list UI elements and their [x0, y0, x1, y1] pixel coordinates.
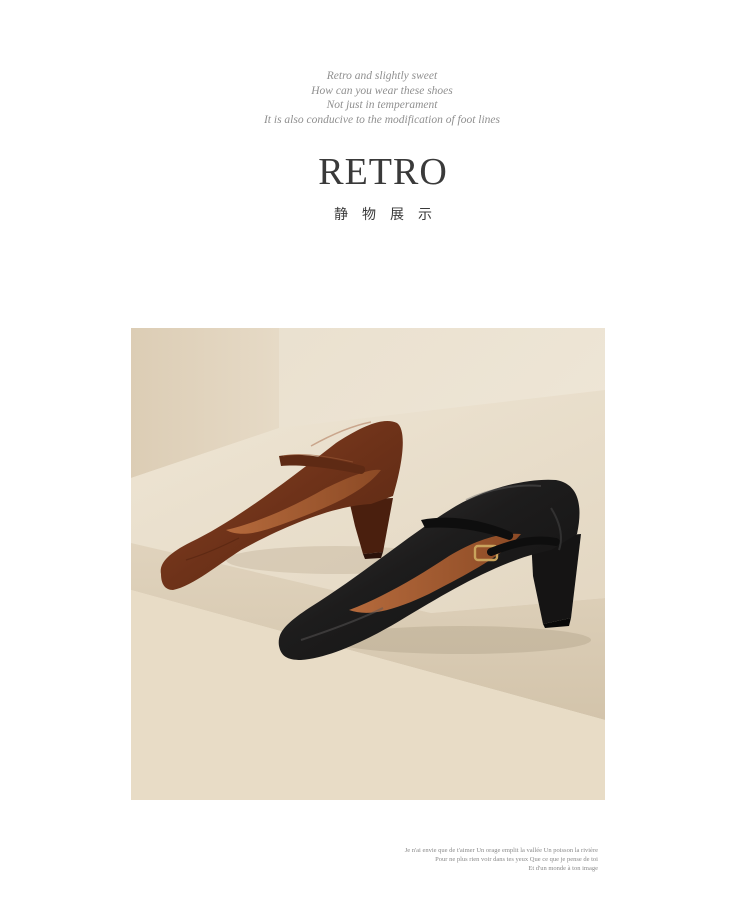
footnote-text: Je n'ai envie que de t'aimer Un orage em…: [405, 846, 598, 874]
intro-line-4: It is also conducive to the modification…: [263, 113, 501, 126]
page-title: RETRO: [318, 151, 448, 193]
footnote-line-2: Pour ne plus rien voir dans tes yeux Que…: [435, 856, 598, 864]
page-subtitle: 静物展示: [334, 207, 446, 223]
shoes-illustration: [131, 328, 605, 800]
intro-text: Retro and slightly sweet How can you wea…: [0, 69, 750, 127]
footnote-line-3: Et d'un monde à ton image: [528, 865, 598, 873]
footnote-line-1: Je n'ai envie que de t'aimer Un orage em…: [404, 847, 598, 854]
product-photo: [131, 328, 605, 800]
intro-line-1: Retro and slightly sweet: [326, 70, 438, 82]
intro-line-3: Not just in temperament: [326, 99, 438, 112]
intro-line-2: How can you wear these shoes: [311, 84, 453, 97]
